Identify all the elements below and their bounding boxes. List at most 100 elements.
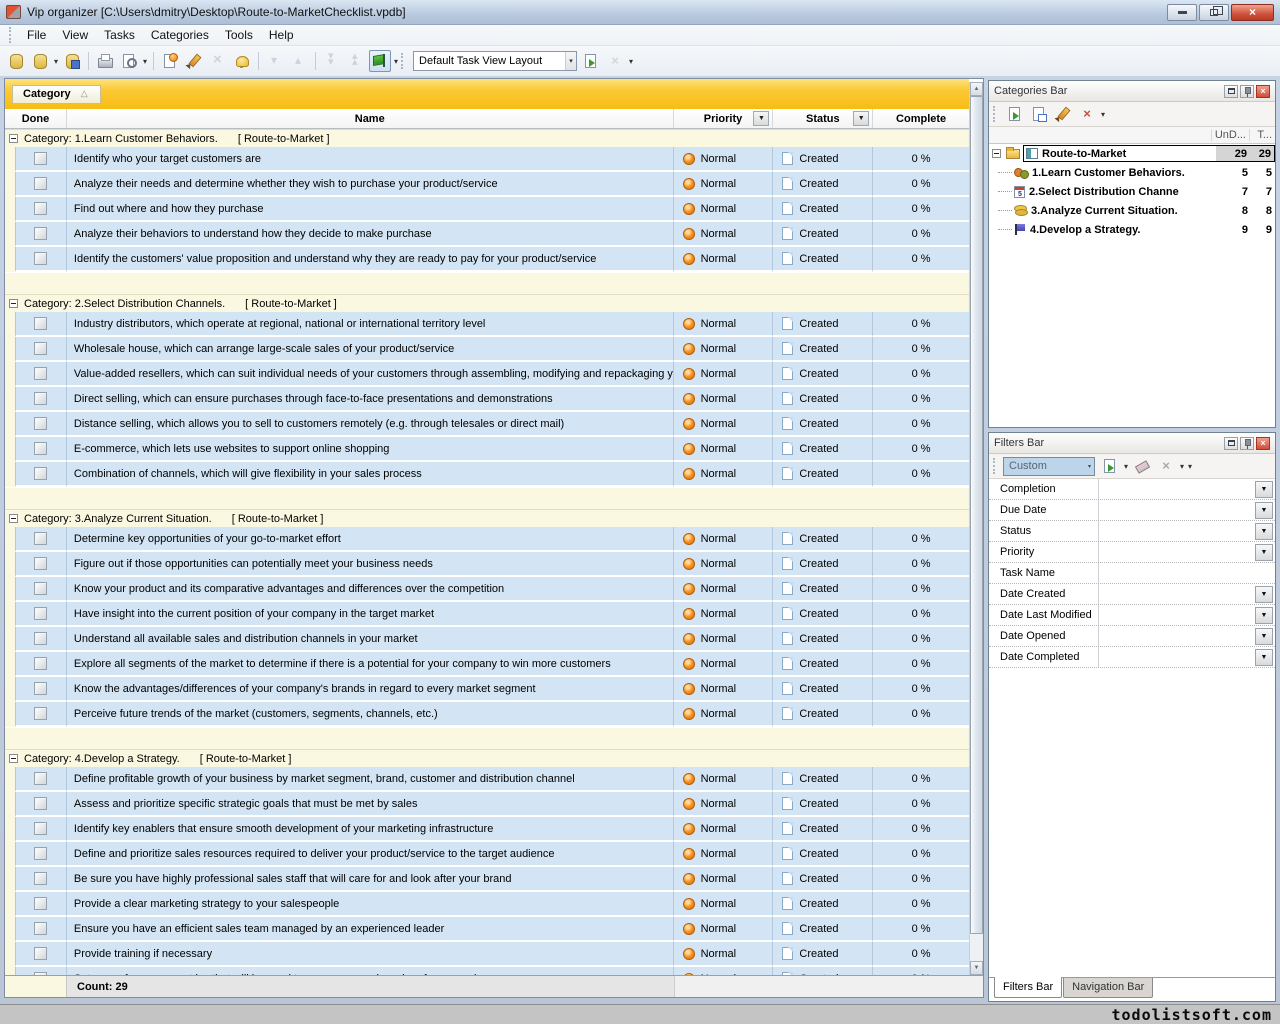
task-row[interactable]: E-commerce, which lets use websites to s… xyxy=(5,437,969,462)
tree-header-undone[interactable]: UnD... xyxy=(1211,129,1249,141)
filter-dropdown-button[interactable]: ▼ xyxy=(1255,481,1273,498)
categories-maximize-button[interactable] xyxy=(1224,85,1238,98)
print-preview-button[interactable] xyxy=(118,50,140,72)
filter-value[interactable] xyxy=(1099,626,1255,646)
task-row[interactable]: Perceive future trends of the market (cu… xyxy=(5,702,969,727)
close-button[interactable]: × xyxy=(1231,4,1274,21)
filter-row[interactable]: Completion▼ xyxy=(989,479,1275,500)
tree-item[interactable]: 2.Select Distribution Channe77 xyxy=(989,182,1275,201)
menu-view[interactable]: View xyxy=(54,26,96,44)
task-checkbox[interactable] xyxy=(34,772,47,785)
filter-row[interactable]: Task Name xyxy=(989,563,1275,584)
filters-overflow-icon[interactable]: ▾ xyxy=(1188,462,1192,471)
filter-value[interactable] xyxy=(1099,647,1255,667)
filter-value[interactable] xyxy=(1099,500,1255,520)
menu-tasks[interactable]: Tasks xyxy=(96,26,143,44)
filter-dropdown-button[interactable]: ▼ xyxy=(1255,628,1273,645)
filter-value[interactable] xyxy=(1099,542,1255,562)
layout-combo[interactable]: Default Task View Layout ▾ xyxy=(413,51,577,71)
menu-tools[interactable]: Tools xyxy=(217,26,261,44)
scrollbar-thumb[interactable] xyxy=(970,96,983,934)
filter-combo-dropdown-icon[interactable]: ▾ xyxy=(1085,458,1094,475)
task-checkbox[interactable] xyxy=(34,707,47,720)
collapse-expander-icon[interactable] xyxy=(9,134,18,143)
filter-value[interactable] xyxy=(1099,563,1275,583)
delete-category-button[interactable]: × xyxy=(1076,103,1098,125)
task-checkbox[interactable] xyxy=(34,797,47,810)
task-row[interactable]: Determine key opportunities of your go-t… xyxy=(5,527,969,552)
scroll-up-icon[interactable]: ▲ xyxy=(970,82,983,96)
filter-row[interactable]: Date Created▼ xyxy=(989,584,1275,605)
filter-dropdown-button[interactable]: ▼ xyxy=(1255,544,1273,561)
category-header-row[interactable]: Category: 1.Learn Customer Behaviors.[ R… xyxy=(5,129,969,147)
filter-row[interactable]: Priority▼ xyxy=(989,542,1275,563)
save-database-button[interactable] xyxy=(61,50,83,72)
group-by-category-button[interactable]: Category △ xyxy=(12,85,101,104)
task-checkbox[interactable] xyxy=(34,227,47,240)
filter-value[interactable] xyxy=(1099,584,1255,604)
edit-category-button[interactable] xyxy=(1052,103,1074,125)
filter-dropdown-button[interactable]: ▼ xyxy=(1255,502,1273,519)
task-row[interactable]: Explore all segments of the market to de… xyxy=(5,652,969,677)
dropdown-arrow-icon[interactable]: ▾ xyxy=(394,57,398,66)
menu-help[interactable]: Help xyxy=(261,26,302,44)
task-row[interactable]: Provide training if necessaryNormalCreat… xyxy=(5,942,969,967)
menu-categories[interactable]: Categories xyxy=(143,26,217,44)
status-filter-dropdown[interactable]: ▼ xyxy=(853,111,869,126)
task-row[interactable]: Identify key enablers that ensure smooth… xyxy=(5,817,969,842)
scroll-down-icon[interactable]: ▼ xyxy=(970,961,983,975)
tree-item[interactable]: 4.Develop a Strategy.99 xyxy=(989,220,1275,239)
task-checkbox[interactable] xyxy=(34,947,47,960)
task-row[interactable]: Find out where and how they purchaseNorm… xyxy=(5,197,969,222)
task-checkbox[interactable] xyxy=(34,607,47,620)
edit-task-button[interactable] xyxy=(183,50,205,72)
task-row[interactable]: Know your product and its comparative ad… xyxy=(5,577,969,602)
tree-item[interactable]: 3.Analyze Current Situation.88 xyxy=(989,201,1275,220)
task-row[interactable]: Analyze their needs and determine whethe… xyxy=(5,172,969,197)
restore-button[interactable] xyxy=(1199,4,1229,21)
task-row[interactable]: Know the advantages/differences of your … xyxy=(5,677,969,702)
filters-close-button[interactable]: × xyxy=(1256,437,1270,450)
filter-value[interactable] xyxy=(1099,521,1255,541)
tree-item[interactable]: 1.Learn Customer Behaviors.55 xyxy=(989,163,1275,182)
filters-pin-button[interactable] xyxy=(1240,437,1254,450)
filter-row[interactable]: Status▼ xyxy=(989,521,1275,542)
toolbar-overflow-icon[interactable]: ▾ xyxy=(629,57,633,66)
filter-row[interactable]: Date Completed▼ xyxy=(989,647,1275,668)
column-header-status[interactable]: Status ▼ xyxy=(773,109,873,128)
task-checkbox[interactable] xyxy=(34,367,47,380)
combo-dropdown-icon[interactable]: ▾ xyxy=(565,52,576,70)
task-checkbox[interactable] xyxy=(34,317,47,330)
task-row[interactable]: Define profitable growth of your busines… xyxy=(5,767,969,792)
add-subcategory-button[interactable] xyxy=(1028,103,1050,125)
column-header-done[interactable]: Done xyxy=(5,109,67,128)
tree-root-selection[interactable]: Route-to-Market 29 29 xyxy=(1023,145,1275,162)
dropdown-arrow-icon[interactable]: ▾ xyxy=(54,57,58,66)
task-checkbox[interactable] xyxy=(34,657,47,670)
task-row[interactable]: Provide a clear marketing strategy to yo… xyxy=(5,892,969,917)
task-checkbox[interactable] xyxy=(34,342,47,355)
task-checkbox[interactable] xyxy=(34,442,47,455)
task-checkbox[interactable] xyxy=(34,252,47,265)
task-checkbox[interactable] xyxy=(34,467,47,480)
task-row[interactable]: Set up performance metrics that will be … xyxy=(5,967,969,975)
tree-collapse-icon[interactable] xyxy=(992,149,1001,158)
apply-layout-button[interactable] xyxy=(580,50,602,72)
collapse-expander-icon[interactable] xyxy=(9,754,18,763)
task-checkbox[interactable] xyxy=(34,152,47,165)
apply-filter-button[interactable] xyxy=(1099,455,1121,477)
task-checkbox[interactable] xyxy=(34,557,47,570)
open-database-button[interactable] xyxy=(29,50,51,72)
task-row[interactable]: Assess and prioritize specific strategic… xyxy=(5,792,969,817)
filter-row[interactable]: Date Opened▼ xyxy=(989,626,1275,647)
task-checkbox[interactable] xyxy=(34,822,47,835)
tab-filters-bar[interactable]: Filters Bar xyxy=(994,977,1062,998)
tree-header-total[interactable]: T... xyxy=(1249,129,1275,141)
task-row[interactable]: Analyze their behaviors to understand ho… xyxy=(5,222,969,247)
task-row[interactable]: Combination of channels, which will give… xyxy=(5,462,969,487)
task-checkbox[interactable] xyxy=(34,392,47,405)
task-row[interactable]: Identify the customers' value propositio… xyxy=(5,247,969,272)
add-category-button[interactable] xyxy=(1004,103,1026,125)
delete-filter-button[interactable]: × xyxy=(1155,455,1177,477)
filter-preset-combo[interactable]: Custom ▾ xyxy=(1003,457,1095,476)
